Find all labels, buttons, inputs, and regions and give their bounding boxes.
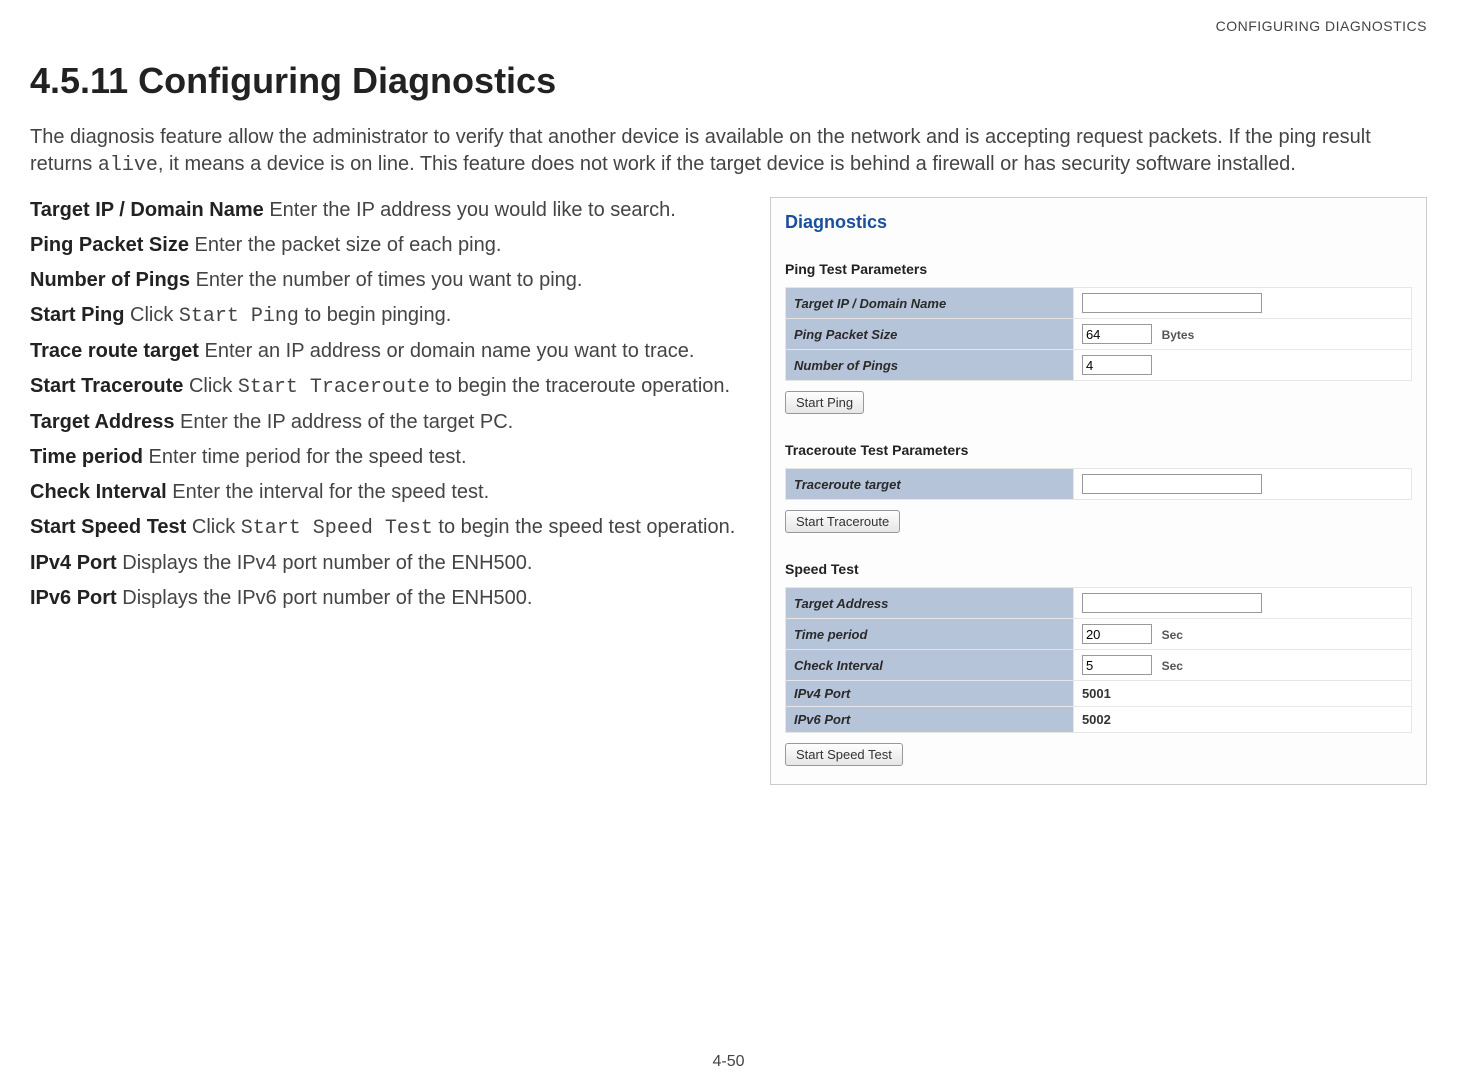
section-heading: 4.5.11 Configuring Diagnostics [30, 60, 1427, 102]
intro-code: alive [98, 154, 158, 177]
def-desc: Enter the IP address of the target PC. [174, 411, 513, 433]
start-speed-test-button[interactable]: Start Speed Test [785, 743, 903, 766]
def-term: Start Speed Test [30, 516, 186, 538]
traceroute-target-input[interactable] [1082, 474, 1262, 494]
check-interval-unit: Sec [1162, 659, 1183, 673]
def-desc-post: to begin the traceroute operation. [430, 375, 730, 397]
target-address-label: Target Address [786, 588, 1074, 619]
def-term: Target Address [30, 411, 174, 433]
def-desc: Displays the IPv4 port number of the ENH… [117, 552, 533, 574]
diagnostics-screenshot: Diagnostics Ping Test Parameters Target … [770, 197, 1427, 785]
def-start-speed-test: Start Speed Test Click Start Speed Test … [30, 514, 750, 542]
def-desc-pre: Click [183, 375, 237, 397]
def-ping-packet-size: Ping Packet Size Enter the packet size o… [30, 232, 750, 259]
def-term: Trace route target [30, 340, 199, 362]
table-row: Target Address [786, 588, 1412, 619]
target-address-cell [1073, 588, 1411, 619]
check-interval-cell: Sec [1073, 650, 1411, 681]
packet-size-label: Ping Packet Size [786, 319, 1074, 350]
def-ipv6-port: IPv6 Port Displays the IPv6 port number … [30, 585, 750, 612]
def-target-address: Target Address Enter the IP address of t… [30, 409, 750, 436]
packet-size-unit: Bytes [1162, 328, 1195, 342]
table-row: IPv6 Port 5002 [786, 707, 1412, 733]
table-row: Traceroute target [786, 469, 1412, 500]
check-interval-input[interactable] [1082, 655, 1152, 675]
time-period-cell: Sec [1073, 619, 1411, 650]
def-desc: Enter time period for the speed test. [143, 446, 467, 468]
traceroute-table: Traceroute target [785, 468, 1412, 500]
num-pings-cell [1073, 350, 1411, 381]
ping-panel-heading: Ping Test Parameters [785, 261, 1412, 277]
def-desc: Enter the IP address you would like to s… [264, 199, 676, 221]
def-start-ping: Start Ping Click Start Ping to begin pin… [30, 302, 750, 330]
ping-table: Target IP / Domain Name Ping Packet Size… [785, 287, 1412, 381]
definition-list: Target IP / Domain Name Enter the IP add… [30, 197, 750, 785]
traceroute-panel-heading: Traceroute Test Parameters [785, 442, 1412, 458]
table-row: IPv4 Port 5001 [786, 681, 1412, 707]
ipv4-port-cell: 5001 [1073, 681, 1411, 707]
def-code: Start Traceroute [238, 376, 430, 399]
def-term: Ping Packet Size [30, 234, 189, 256]
intro-text-2: , it means a device is on line. This fea… [158, 153, 1296, 175]
def-desc-pre: Click [124, 304, 178, 326]
def-check-interval: Check Interval Enter the interval for th… [30, 479, 750, 506]
speed-panel-heading: Speed Test [785, 561, 1412, 577]
ipv6-port-cell: 5002 [1073, 707, 1411, 733]
traceroute-target-cell [1073, 469, 1411, 500]
start-ping-button[interactable]: Start Ping [785, 391, 864, 414]
def-target-ip: Target IP / Domain Name Enter the IP add… [30, 197, 750, 224]
def-term: Time period [30, 446, 143, 468]
target-ip-label: Target IP / Domain Name [786, 288, 1074, 319]
ipv4-port-value: 5001 [1082, 686, 1111, 701]
target-address-input[interactable] [1082, 593, 1262, 613]
table-row: Target IP / Domain Name [786, 288, 1412, 319]
def-term: Start Ping [30, 304, 124, 326]
def-desc: Enter the interval for the speed test. [167, 481, 489, 503]
intro-paragraph: The diagnosis feature allow the administ… [30, 124, 1427, 179]
ipv4-port-label: IPv4 Port [786, 681, 1074, 707]
def-desc: Displays the IPv6 port number of the ENH… [117, 587, 533, 609]
running-head: CONFIGURING DIAGNOSTICS [1216, 18, 1427, 34]
check-interval-label: Check Interval [786, 650, 1074, 681]
def-term: Target IP / Domain Name [30, 199, 264, 221]
time-period-label: Time period [786, 619, 1074, 650]
def-time-period: Time period Enter time period for the sp… [30, 444, 750, 471]
def-desc-pre: Click [186, 516, 240, 538]
def-desc: Enter an IP address or domain name you w… [199, 340, 694, 362]
def-term: IPv4 Port [30, 552, 117, 574]
def-trace-target: Trace route target Enter an IP address o… [30, 338, 750, 365]
def-code: Start Speed Test [241, 517, 433, 540]
def-start-traceroute: Start Traceroute Click Start Traceroute … [30, 373, 750, 401]
def-term: IPv6 Port [30, 587, 117, 609]
target-ip-input[interactable] [1082, 293, 1262, 313]
def-desc-post: to begin pinging. [299, 304, 451, 326]
speed-table: Target Address Time period Sec Check Int… [785, 587, 1412, 733]
def-term: Number of Pings [30, 269, 190, 291]
num-pings-input[interactable] [1082, 355, 1152, 375]
def-term: Check Interval [30, 481, 167, 503]
num-pings-label: Number of Pings [786, 350, 1074, 381]
def-desc-post: to begin the speed test operation. [433, 516, 735, 538]
def-ipv4-port: IPv4 Port Displays the IPv4 port number … [30, 550, 750, 577]
ipv6-port-label: IPv6 Port [786, 707, 1074, 733]
page-number: 4-50 [0, 1053, 1457, 1071]
def-desc: Enter the packet size of each ping. [189, 234, 501, 256]
ipv6-port-value: 5002 [1082, 712, 1111, 727]
table-row: Time period Sec [786, 619, 1412, 650]
time-period-input[interactable] [1082, 624, 1152, 644]
table-row: Check Interval Sec [786, 650, 1412, 681]
start-traceroute-button[interactable]: Start Traceroute [785, 510, 900, 533]
table-row: Number of Pings [786, 350, 1412, 381]
target-ip-cell [1073, 288, 1411, 319]
diagnostics-title: Diagnostics [785, 212, 1412, 233]
packet-size-input[interactable] [1082, 324, 1152, 344]
packet-size-cell: Bytes [1073, 319, 1411, 350]
traceroute-target-label: Traceroute target [786, 469, 1074, 500]
def-term: Start Traceroute [30, 375, 183, 397]
time-period-unit: Sec [1162, 628, 1183, 642]
def-number-pings: Number of Pings Enter the number of time… [30, 267, 750, 294]
def-desc: Enter the number of times you want to pi… [190, 269, 582, 291]
def-code: Start Ping [179, 305, 299, 328]
table-row: Ping Packet Size Bytes [786, 319, 1412, 350]
